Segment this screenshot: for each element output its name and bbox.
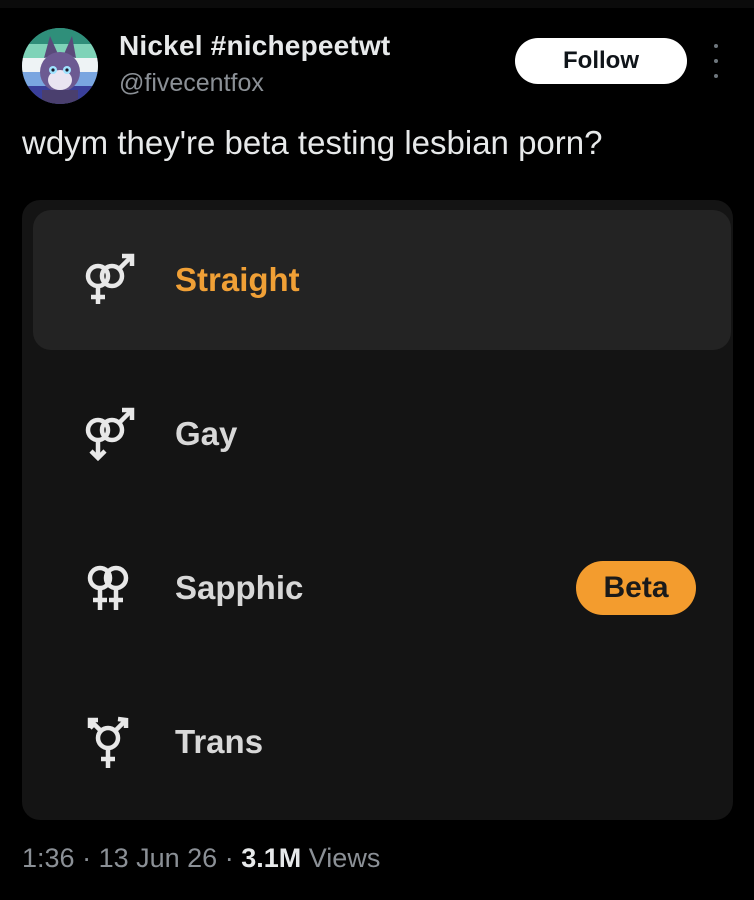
option-straight[interactable]: Straight	[33, 210, 731, 350]
tweet-date[interactable]: 13 Jun 26	[99, 843, 218, 873]
more-vertical-icon	[714, 44, 718, 48]
author-display-name[interactable]: Nickel #nichepeetwt	[119, 30, 390, 62]
tweet-media-image[interactable]: Straight Gay Sapphic Beta Trans	[22, 200, 733, 820]
avatar[interactable]	[22, 28, 98, 104]
top-divider	[0, 0, 754, 8]
option-label: Gay	[175, 415, 238, 452]
views-count: 3.1M	[241, 843, 302, 873]
more-vertical-icon-dot	[714, 59, 718, 63]
tweet-text: wdym they're beta testing lesbian porn?	[22, 124, 603, 161]
option-label: Straight	[175, 261, 300, 298]
option-label: Trans	[175, 723, 264, 760]
option-gay[interactable]: Gay	[33, 364, 731, 504]
gay-symbol-icon	[85, 407, 135, 462]
trans-symbol-icon	[87, 716, 129, 768]
author-handle[interactable]: @fivecentfox	[119, 69, 264, 98]
more-options-button[interactable]	[706, 44, 726, 78]
tweet-time[interactable]: 1:36	[22, 843, 75, 873]
meta-separator: ·	[82, 843, 92, 873]
meta-separator: ·	[224, 843, 234, 873]
option-trans[interactable]: Trans	[33, 672, 731, 812]
tweet-metadata: 1:36 · 13 Jun 26 · 3.1M Views	[22, 843, 380, 874]
option-sapphic[interactable]: Sapphic Beta	[33, 518, 731, 658]
follow-button[interactable]: Follow	[515, 38, 687, 84]
straight-symbol-icon	[85, 253, 135, 304]
sapphic-symbol-icon	[87, 565, 129, 610]
option-label: Sapphic	[175, 569, 304, 606]
more-vertical-icon-dot	[714, 74, 718, 78]
beta-badge: Beta	[576, 561, 696, 615]
views-label: Views	[308, 843, 381, 873]
